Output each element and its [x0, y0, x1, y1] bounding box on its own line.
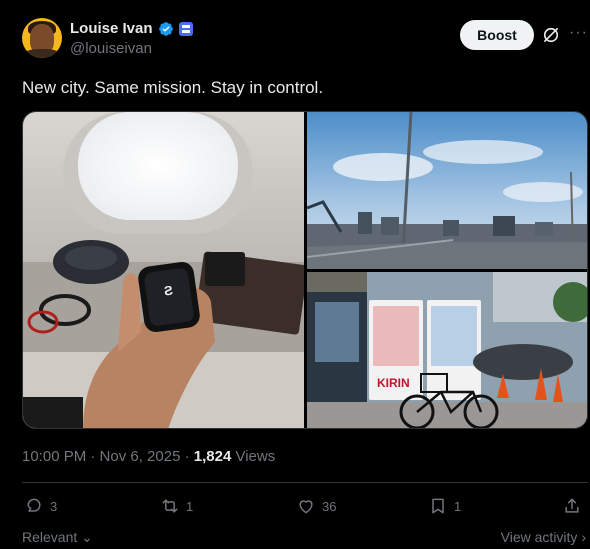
boost-button[interactable]: Boost [460, 20, 534, 50]
kirin-sign: KIRIN [377, 376, 410, 390]
reply-count: 3 [50, 498, 58, 514]
relevant-dropdown[interactable]: Relevant ⌄ [22, 529, 93, 546]
more-options-icon[interactable]: ··· [569, 24, 588, 42]
like-button[interactable]: 36 [296, 496, 336, 516]
divider [22, 482, 588, 483]
bookmark-button[interactable]: 1 [428, 496, 461, 516]
avatar[interactable] [22, 18, 62, 58]
bookmark-count: 1 [454, 498, 462, 514]
reply-button[interactable]: 3 [24, 496, 57, 516]
timestamp[interactable]: 10:00 PM · Nov 6, 2025 · [22, 448, 194, 465]
tweet-text: New city. Same mission. Stay in control. [22, 78, 324, 97]
affiliation-badge-icon[interactable] [178, 21, 193, 36]
share-button[interactable] [562, 496, 582, 516]
media-grid[interactable]: Ƨ KIRIN [22, 111, 588, 429]
grok-icon[interactable] [541, 25, 561, 45]
like-count: 36 [322, 498, 337, 514]
action-bar: 3 1 36 1 [22, 496, 588, 520]
avatar-shirt [24, 49, 60, 58]
chevron-right-icon: › [577, 529, 586, 545]
heart-icon [299, 500, 313, 514]
chevron-down-icon: ⌄ [77, 529, 93, 545]
author-handle[interactable]: @louiseivan [70, 40, 152, 57]
views-count: 1,824 [193, 448, 232, 465]
relevant-label: Relevant [22, 529, 78, 545]
photo-city-bridge[interactable] [306, 112, 588, 269]
share-icon [565, 498, 579, 513]
photo-airplane-window[interactable]: Ƨ [23, 112, 308, 429]
view-activity-label: View activity [500, 529, 578, 545]
repost-icon [162, 499, 178, 513]
name-row: Louise Ivan [70, 20, 193, 37]
tweet-card: Louise Ivan @louiseivan Boost ··· New ci… [0, 0, 590, 549]
repost-count: 1 [186, 498, 194, 514]
reply-icon [27, 498, 41, 512]
view-activity-link[interactable]: View activity › [501, 529, 586, 545]
author-name[interactable]: Louise Ivan [70, 20, 153, 37]
verified-badge-icon [158, 21, 173, 36]
bookmark-icon [432, 498, 444, 514]
tweet-meta: 10:00 PM · Nov 6, 2025 · 1,824 Views [22, 448, 275, 465]
photo-vending-machines[interactable]: KIRIN [307, 272, 588, 429]
repost-button[interactable]: 1 [160, 496, 193, 516]
views-label: Views [231, 448, 276, 465]
